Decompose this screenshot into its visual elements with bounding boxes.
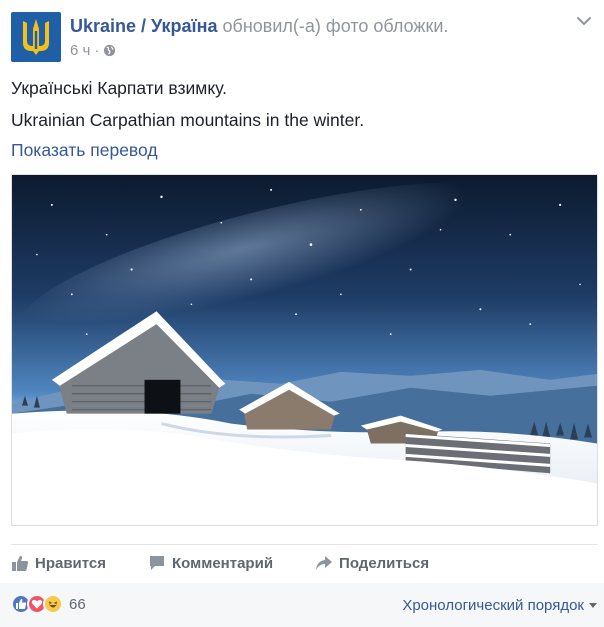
timestamp-link[interactable]: 6 ч <box>70 42 90 59</box>
trident-icon <box>23 19 49 55</box>
share-button[interactable]: Поделиться <box>315 554 429 572</box>
page-name-link[interactable]: Ukraine / Україна <box>70 16 218 36</box>
comment-button[interactable]: Комментарий <box>148 554 273 572</box>
chevron-down-icon[interactable] <box>575 14 593 28</box>
share-arrow-icon <box>316 556 333 570</box>
caret-down-icon <box>589 603 597 608</box>
post-text-ukrainian: Українські Карпати взимку. <box>11 78 228 98</box>
post-meta: 6 ч · <box>70 42 116 59</box>
post-text-english: Ukrainian Carpathian mountains in the wi… <box>11 110 365 130</box>
winter-night-landscape-image <box>12 175 597 525</box>
thumbs-up-icon <box>12 555 29 571</box>
action-text: обновил(-а) фото обложки. <box>222 16 449 36</box>
globe-icon[interactable] <box>103 44 116 57</box>
sort-label: Хронологический порядок <box>402 597 584 614</box>
reaction-count: 66 <box>69 595 86 613</box>
reactions-summary[interactable]: 66 <box>11 594 86 614</box>
header-line: Ukraine / Україна обновил(-а) фото облож… <box>70 15 448 37</box>
comment-label: Комментарий <box>172 554 274 572</box>
show-translation-link[interactable]: Показать перевод <box>11 140 158 161</box>
haha-reaction-icon <box>43 594 63 614</box>
page-avatar[interactable] <box>11 12 61 62</box>
post-body: Українські Карпати взимку. Ukrainian Car… <box>11 77 364 141</box>
share-label: Поделиться <box>339 554 430 572</box>
post-actions: Нравится Комментарий Поделиться <box>11 545 598 581</box>
cover-photo[interactable] <box>11 174 598 526</box>
meta-separator: · <box>94 42 100 59</box>
comment-sort-dropdown[interactable]: Хронологический порядок <box>402 597 597 614</box>
reactions-bar: 66 Хронологический порядок <box>0 583 604 627</box>
like-button[interactable]: Нравится <box>11 554 106 572</box>
like-label: Нравится <box>35 554 107 572</box>
post-header: Ukraine / Україна обновил(-а) фото облож… <box>11 12 593 64</box>
speech-bubble-icon <box>150 556 165 570</box>
